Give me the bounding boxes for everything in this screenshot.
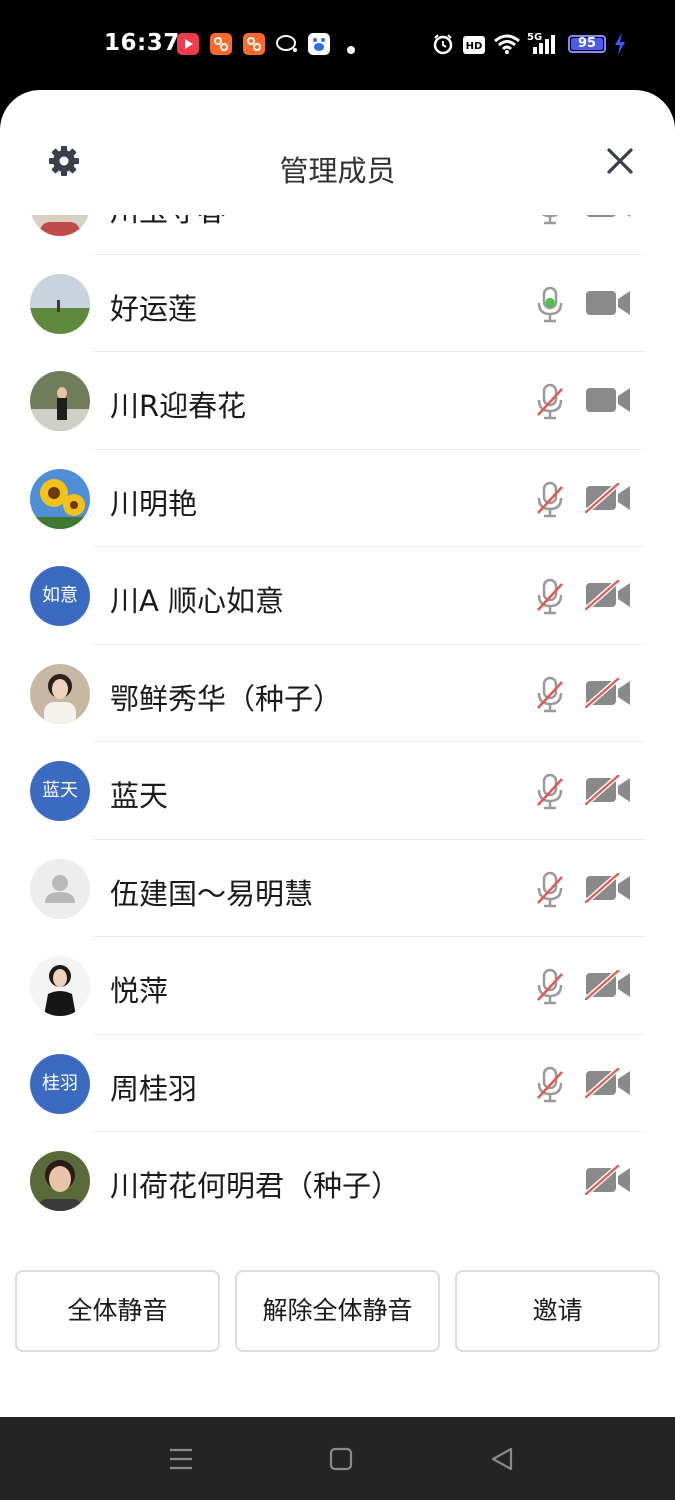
member-name: 鄂鲜秀华（种子） [110,681,343,716]
system-nav-bar [0,1417,675,1500]
sheet-header: 管理成员 [0,90,675,215]
member-row[interactable]: 桂羽 周桂羽 [0,1035,675,1132]
member-name: 好运莲 [110,291,198,326]
member-row[interactable]: 川R迎春花 [0,352,675,450]
video-app-icon [177,33,199,55]
member-row[interactable]: 蓝天 蓝天 [0,742,675,840]
page-title: 管理成员 [279,154,396,188]
unmute-all-button[interactable]: 解除全体静音 [235,1270,440,1352]
member-row[interactable]: 川玉守春 [0,215,675,255]
member-avatar: 桂羽 [30,1053,90,1114]
member-row[interactable]: 川明艳 [0,450,675,547]
menu-nav-icon[interactable] [168,1447,194,1475]
camera-off-icon[interactable] [583,1065,631,1102]
home-nav-icon[interactable] [329,1447,353,1475]
camera-on-icon[interactable] [585,288,631,322]
svg-text:5G: 5G [527,32,542,43]
camera-on-icon[interactable] [585,215,631,224]
member-name: 川明艳 [110,486,198,521]
back-nav-icon[interactable] [489,1446,515,1476]
battery-level: 95 [577,36,597,51]
mic-off-icon[interactable] [536,383,564,425]
camera-off-icon[interactable] [583,773,631,809]
member-name: 川玉守春 [110,215,226,230]
notification-dot-icon [346,40,356,59]
battery-indicator: 95 [568,35,606,53]
member-row[interactable]: 悦萍 [0,937,675,1035]
member-avatar: 如意 [30,566,90,626]
camera-off-icon[interactable] [583,675,631,712]
mute-all-button[interactable]: 全体静音 [15,1270,220,1352]
status-time: 16:37 [104,30,180,56]
mic-speaking-icon[interactable] [536,286,564,328]
mic-on-icon[interactable] [536,215,564,230]
member-name: 川A 顺心如意 [110,584,285,618]
charging-bolt-icon [613,33,627,59]
action-bar: 全体静音 解除全体静音 邀请 [0,1270,675,1355]
member-avatar [30,468,90,529]
member-name: 川荷花何明君（种子） [110,1169,401,1203]
alarm-icon [432,33,454,59]
member-avatar [30,956,90,1016]
camera-off-icon[interactable] [583,578,631,614]
member-avatar: 蓝天 [30,761,90,821]
mic-off-icon[interactable] [536,578,564,620]
mic-off-icon[interactable] [536,676,564,718]
mic-off-icon[interactable] [536,871,564,913]
hd-icon: HD [463,36,485,58]
member-name: 周桂羽 [110,1071,198,1106]
shopping-app-icon [210,33,232,55]
status-bar: 16:37 HD 5G 95 [0,0,675,90]
manage-members-sheet: 管理成员 川玉守春 [0,90,675,1417]
member-name: 悦萍 [110,974,169,1008]
chat-bubble-icon [275,33,297,55]
camera-off-icon[interactable] [583,1163,631,1199]
member-row[interactable]: 伍建国～易明慧 [0,840,675,937]
mic-off-icon[interactable] [536,773,564,815]
mic-off-icon[interactable] [536,1066,564,1108]
member-row[interactable]: 如意 川A 顺心如意 [0,547,675,645]
member-row[interactable]: 川荷花何明君（种子） [0,1132,675,1230]
member-list[interactable]: 川玉守春 好运莲 [0,215,675,1245]
member-avatar [30,1151,90,1211]
member-row[interactable]: 鄂鲜秀华（种子） [0,645,675,742]
baidu-app-icon [308,33,330,55]
mic-off-icon[interactable] [536,968,564,1010]
camera-on-icon[interactable] [585,385,631,419]
wifi-icon [493,33,521,59]
signal-5g-icon: 5G [527,30,561,60]
member-name: 蓝天 [110,779,169,813]
camera-off-icon[interactable] [583,480,631,517]
member-name: 伍建国～易明慧 [110,876,314,911]
member-avatar [30,215,90,236]
default-avatar-icon [30,858,90,919]
member-row[interactable]: 好运莲 [0,255,675,352]
mic-off-icon[interactable] [536,481,564,523]
member-avatar [30,273,90,334]
svg-text:HD: HD [466,41,483,52]
camera-off-icon[interactable] [583,968,631,1004]
shopping-app-icon-2 [243,33,265,55]
member-name: 川R迎春花 [110,389,247,423]
close-icon[interactable] [605,146,635,180]
member-avatar [30,663,90,724]
invite-button[interactable]: 邀请 [455,1270,660,1352]
camera-off-icon[interactable] [583,870,631,907]
member-avatar [30,371,90,431]
